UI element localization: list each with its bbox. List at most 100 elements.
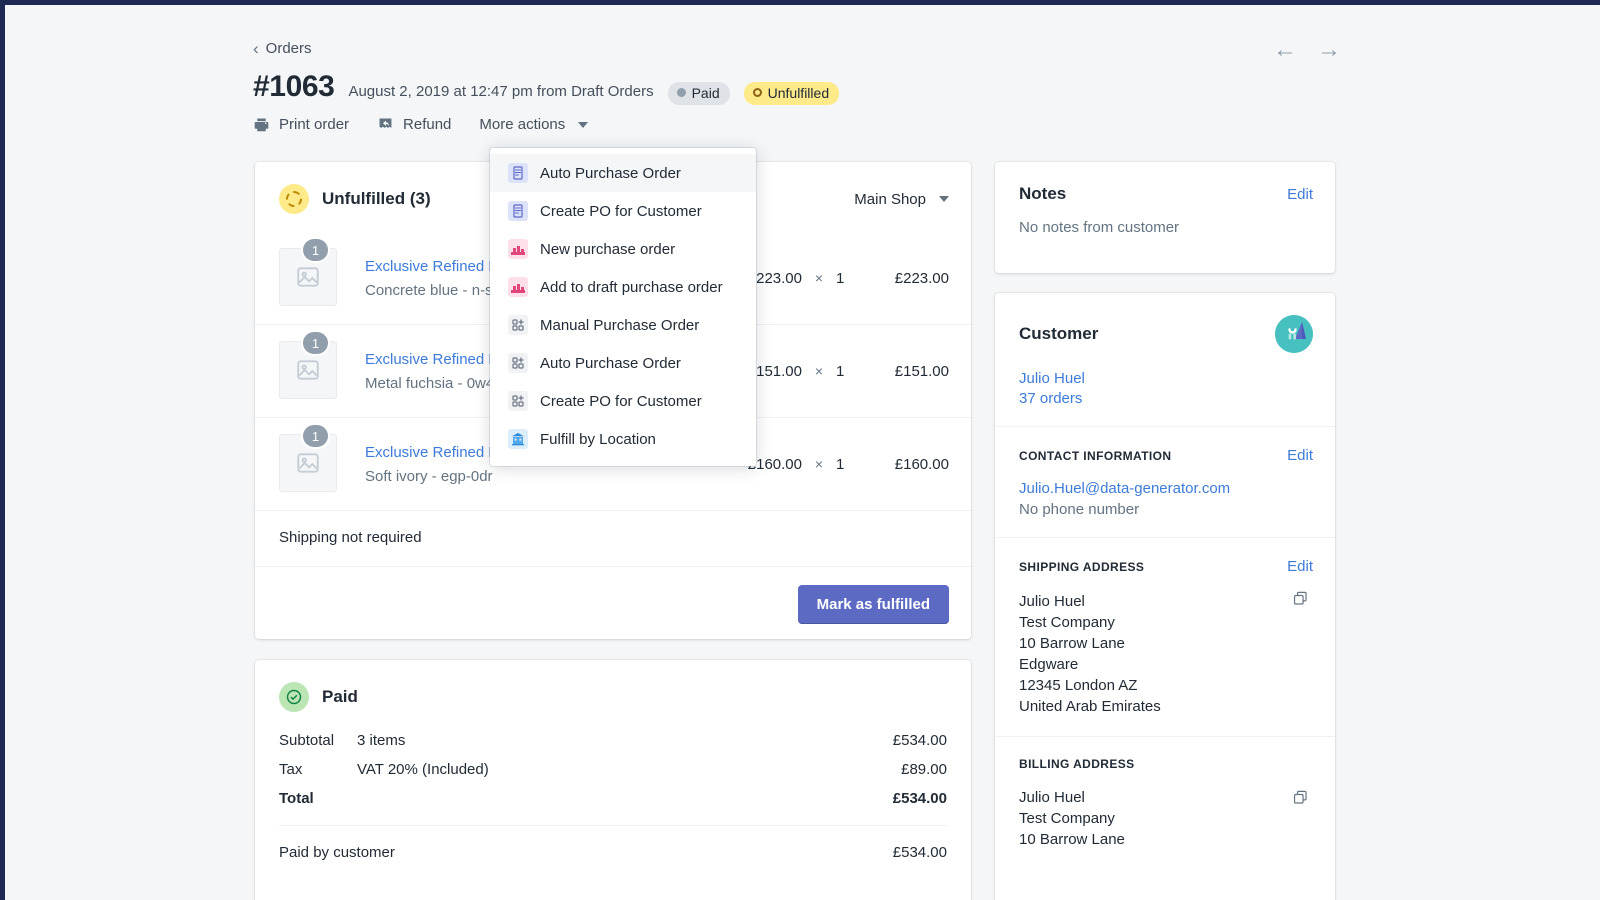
menu-item-label: Auto Purchase Order [540,164,681,182]
purchase-order-pink-icon [508,277,528,297]
summary-row-subtotal: Subtotal 3 items £534.00 [279,726,947,755]
order-detail-page: ‹ Orders ← → #1063 August 2, 2019 at 12:… [10,10,1600,900]
menu-item-label: New purchase order [540,240,676,258]
more-actions-label: More actions [479,116,566,133]
paid-by-value: £534.00 [892,844,947,861]
fulfillment-status-title: Unfulfilled (3) [322,189,431,208]
address-line: 10 Barrow Lane [1019,831,1125,848]
menu-item-fulfill-by-location[interactable]: Fulfill by Location [490,420,756,458]
menu-item-auto-purchase-order-blue[interactable]: Auto Purchase Order [490,154,756,192]
chevron-down-icon [939,196,949,202]
menu-item-label: Manual Purchase Order [540,316,700,334]
shipping-address-heading: SHIPPING ADDRESS [1019,559,1145,574]
summary-label: Total [279,790,314,807]
line-item-total: £151.00 [894,362,949,380]
shipping-address-edit-link[interactable]: Edit [1287,558,1313,575]
summary-desc: 3 items [357,732,406,749]
menu-item-create-po-for-customer-grey[interactable]: Create PO for Customer [490,382,756,420]
breadcrumb-orders[interactable]: ‹ Orders [253,40,312,57]
notes-title: Notes [1019,184,1067,203]
line-item-total: £223.00 [894,269,949,287]
arrow-right-icon[interactable]: → [1316,38,1342,62]
ring-icon [752,88,762,97]
customer-email-link[interactable]: Julio.Huel@data-generator.com [1019,480,1313,497]
browser-frame: ‹ Orders ← → #1063 August 2, 2019 at 12:… [0,0,1600,900]
print-order-label: Print order [279,116,350,133]
address-line: Julio Huel [1019,789,1085,806]
multiplier-symbol: × [814,456,824,472]
customer-card: Customer Julio Huel 37 orders CONTACT IN… [995,293,1335,900]
customer-name-link[interactable]: Julio Huel [1019,370,1313,387]
paid-by-customer-row: Paid by customer £534.00 [255,826,971,861]
add-item-grey-icon [508,391,528,411]
mark-as-fulfilled-button[interactable]: Mark as fulfilled [797,585,949,624]
payment-card: Paid Subtotal 3 items £534.00 Tax VAT 20… [255,660,971,900]
multiplier-symbol: × [814,270,824,286]
printer-icon [253,116,270,133]
menu-item-manual-purchase-order[interactable]: Manual Purchase Order [490,306,756,344]
summary-label: Tax [279,761,303,778]
order-number: #1063 [253,70,335,103]
address-line: Test Company [1019,810,1115,827]
refund-button[interactable]: Refund [377,116,451,133]
notes-empty-text: No notes from customer [1019,219,1180,236]
quantity-badge: 1 [303,425,328,447]
customer-orders-link[interactable]: 37 orders [1019,390,1313,407]
arrow-left-icon[interactable]: ← [1272,38,1298,62]
chevron-down-icon [578,121,589,128]
menu-item-label: Create PO for Customer [540,392,702,410]
notes-card: Notes Edit No notes from customer [995,162,1335,273]
shipping-address-section: SHIPPING ADDRESS Edit Julio Huel Test Co… [995,537,1335,736]
copy-icon[interactable] [1292,590,1309,612]
line-item-variant: Soft ivory - egp-0dr [365,467,493,485]
check-circle-icon [279,682,309,712]
address-line: Edgware [1019,656,1079,673]
billing-address-section: BILLING ADDRESS Julio Huel Test Company … [995,736,1335,869]
status-badge-payment: Paid [667,81,730,105]
address-line: 12345 London AZ [1019,677,1138,694]
print-order-button[interactable]: Print order [253,116,349,133]
billing-address-heading: BILLING ADDRESS [1019,757,1135,771]
order-meta: August 2, 2019 at 12:47 pm from Draft Or… [348,83,654,100]
quantity-badge: 1 [303,332,328,354]
more-actions-button[interactable]: More actions [479,116,589,133]
summary-value: £534.00 [892,790,947,807]
summary-value: £534.00 [892,732,947,749]
payment-status-title: Paid [322,687,358,706]
multiplier-symbol: × [814,363,824,379]
menu-item-label: Add to draft purchase order [540,278,723,296]
menu-item-label: Fulfill by Location [540,430,656,448]
line-item-quantity: 1 [836,269,845,287]
dot-icon [676,88,686,97]
notes-body: Notes Edit No notes from customer [995,162,1335,236]
location-label: Main Shop [854,190,926,208]
summary-row-tax: Tax VAT 20% (Included) £89.00 [279,755,947,784]
summary-label: Subtotal [279,732,335,749]
address-line: Test Company [1019,614,1115,631]
paid-by-label: Paid by customer [279,844,395,861]
location-select[interactable]: Main Shop [854,191,949,208]
copy-icon[interactable] [1292,789,1309,811]
status-badge-payment-label: Paid [691,84,720,101]
menu-item-auto-purchase-order-grey[interactable]: Auto Purchase Order [490,344,756,382]
contact-heading: CONTACT INFORMATION [1019,448,1172,463]
notes-edit-link[interactable]: Edit [1287,186,1313,203]
page-title: #1063 August 2, 2019 at 12:47 pm from Dr… [253,70,840,105]
contact-edit-link[interactable]: Edit [1287,447,1313,464]
menu-item-create-po-for-customer-blue[interactable]: Create PO for Customer [490,192,756,230]
refund-arrow-icon [377,116,394,133]
line-item-quantity: 1 [836,362,845,380]
summary-row-total: Total £534.00 [279,784,947,813]
status-badge-fulfillment-label: Unfulfilled [767,84,830,101]
quantity-badge: 1 [303,239,328,261]
purchase-order-blue-icon [508,201,528,221]
menu-item-label: Create PO for Customer [540,202,702,220]
address-line: 10 Barrow Lane [1019,635,1125,652]
purchase-order-pink-icon [508,239,528,259]
menu-item-add-to-draft-purchase-order[interactable]: Add to draft purchase order [490,268,756,306]
chevron-left-icon: ‹ [253,39,259,58]
menu-item-new-purchase-order[interactable]: New purchase order [490,230,756,268]
more-actions-dropdown: Auto Purchase Order Create PO for Custom… [490,148,756,466]
menu-item-label: Auto Purchase Order [540,354,681,372]
dashed-circle-icon [279,184,309,214]
